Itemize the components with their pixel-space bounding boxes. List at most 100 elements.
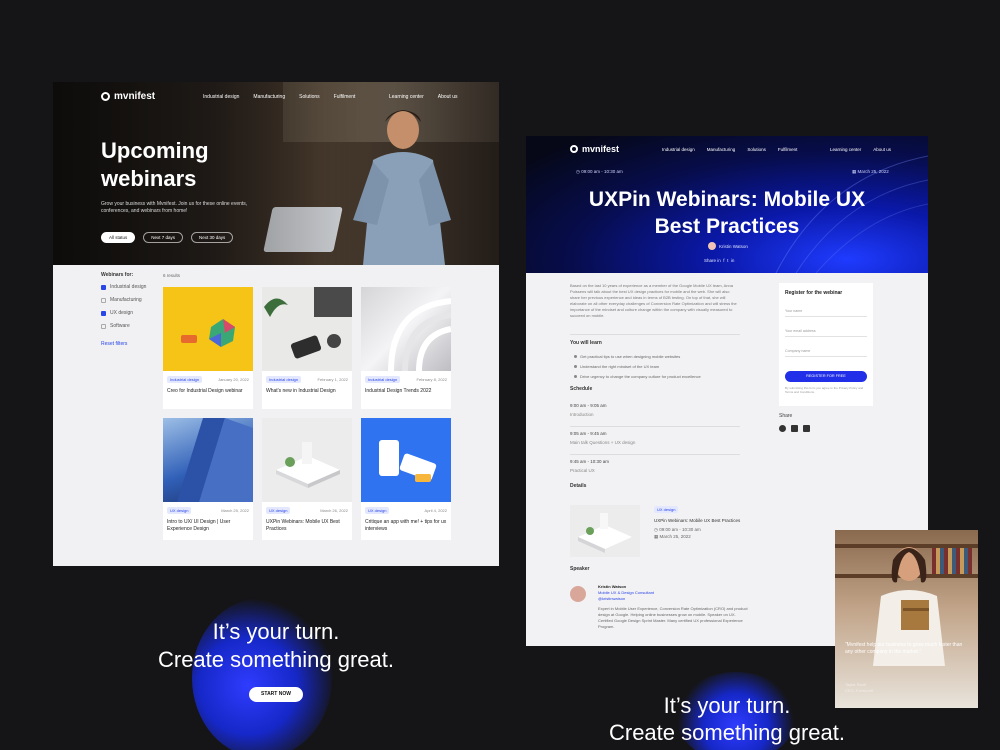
event-time: ◷ 09:00 am - 10:30 am [576, 169, 623, 174]
filter-industrial-design[interactable]: Industrial design [101, 284, 161, 290]
register-form: Register for the webinar Your name Your … [779, 283, 873, 406]
card-title: Creo for Industrial Design webinar [167, 388, 243, 394]
facebook-icon[interactable] [779, 425, 786, 432]
card-date: April 4, 2022 [424, 508, 447, 513]
category-badge: UX design [167, 507, 192, 514]
card-date: March 25, 2022 [221, 508, 249, 513]
status-chips: All status Next 7 days Next 30 days [101, 232, 234, 243]
detail-info: UX design UXPin Webinars: Mobile UX Best… [654, 506, 744, 540]
register-title: Register for the webinar [785, 290, 843, 296]
webinar-card[interactable]: Industrial design January 20, 2022 Creo f… [163, 287, 253, 409]
twitter-icon[interactable] [791, 425, 798, 432]
filter-sidebar: Webinars for: Industrial design Manufact… [101, 272, 161, 347]
desk-items-image [264, 287, 352, 359]
nav-link[interactable]: Manufacturing [253, 94, 285, 100]
schedule-item: 9:05 am - 9:45 am Main talk Questions + U… [570, 431, 636, 445]
checkbox[interactable] [101, 284, 106, 290]
learn-item: Drive urgency to change the company cult… [574, 374, 701, 379]
nav-link[interactable]: About us [873, 147, 891, 152]
webinar-card[interactable]: UX design April 4, 2022 Critique an app w… [361, 418, 451, 540]
geometric-shape-image [181, 319, 235, 347]
category-badge: UX design [266, 507, 291, 514]
linkedin-icon[interactable]: in [731, 258, 735, 263]
speaker-avatar [570, 586, 586, 602]
share-row: Share in f t in [704, 258, 735, 263]
learn-item: Get practical tips to use when designing… [574, 354, 680, 359]
author: Kristin Watson [708, 242, 748, 250]
schedule-title: Schedule [570, 386, 593, 392]
details-title: Details [570, 483, 587, 489]
card-title: UXPin Webinars: Mobile UX Best Practices [266, 519, 340, 532]
twitter-icon[interactable]: t [727, 258, 728, 263]
detail-time: ◷ 09:00 am - 10:30 am [654, 527, 701, 532]
nav-link[interactable]: Learning center [830, 147, 861, 152]
results-count: 6 results [163, 273, 181, 278]
webinar-card[interactable]: UX design March 25, 2022 Intro to UX/ UI … [163, 418, 253, 540]
top-nav: mvnifest Industrial design Manufacturing… [53, 90, 499, 106]
nav-link[interactable]: Manufacturing [707, 147, 736, 152]
schedule-item: 9:45 am - 10:30 am Practical UX [570, 459, 610, 473]
card-image [361, 418, 451, 502]
logo[interactable]: mvnifest [570, 144, 619, 154]
name-field[interactable]: Your name [785, 303, 867, 317]
chip-all-status[interactable]: All status [101, 232, 136, 243]
event-date: ▦ March 25, 2022 [852, 169, 889, 174]
chip-next-7-days[interactable]: Next 7 days [143, 232, 184, 243]
card-date: March 26, 2022 [320, 508, 348, 513]
speaker-title: Speaker [570, 566, 590, 572]
linkedin-icon[interactable] [803, 425, 810, 432]
nav-link[interactable]: About us [438, 94, 458, 100]
speaker-info: Kristin Watson Mobile UX & Design Consul… [598, 584, 748, 629]
nav-link[interactable]: Fulfilment [778, 147, 798, 152]
card-image [361, 287, 451, 371]
filter-ux-design[interactable]: UX design [101, 310, 161, 316]
company-field[interactable]: Company name [785, 343, 867, 357]
intro-text: Based on the last 10 years of experience… [570, 283, 737, 318]
learn-title: You will learn [570, 340, 602, 346]
checkbox[interactable] [101, 310, 106, 316]
nav-link[interactable]: Solutions [747, 147, 766, 152]
nav-link[interactable]: Learning center [389, 94, 424, 100]
category-badge: Industrial design [266, 376, 302, 383]
testimonial-quote: “Mvnifest help our business to grow much… [845, 642, 963, 655]
chip-next-30-days[interactable]: Next 30 days [191, 232, 234, 243]
nav-link[interactable]: Solutions [299, 94, 320, 100]
email-field[interactable]: Your email address [785, 323, 867, 337]
card-date: February 8, 2022 [416, 377, 447, 382]
webinar-card[interactable]: Industrial design February 8, 2022 Indust… [361, 287, 451, 409]
card-image [163, 418, 253, 502]
logo[interactable]: mvnifest [101, 91, 155, 102]
learn-item: Understand the right mindset of the UX t… [574, 364, 659, 369]
top-nav: mvnifest Industrial design Manufacturing… [526, 144, 928, 156]
nav-link[interactable]: Fulfilment [334, 94, 356, 100]
card-title: What's new in Industrial Design [266, 388, 336, 394]
nav-links: Industrial design Manufacturing Solution… [662, 147, 797, 152]
glass-building-image [177, 418, 253, 502]
share-title: Share [779, 413, 793, 419]
closing-headline: It’s your turn. Create something great. [157, 619, 395, 672]
nav-link[interactable]: Industrial design [662, 147, 695, 152]
webinar-card[interactable]: UX design March 26, 2022 UXPin Webinars: … [262, 418, 352, 540]
category-badge: UX design [654, 506, 679, 513]
reset-filters-link[interactable]: Reset filters [101, 341, 161, 347]
register-button[interactable]: REGISTER FOR FREE [785, 371, 867, 382]
card-image [163, 287, 253, 371]
checkbox[interactable] [101, 297, 106, 303]
card-date: February 1, 2022 [317, 377, 348, 382]
card-title: Intro to UX/ UI Design | User Experience… [167, 519, 231, 532]
schedule-item: 9:00 am - 9:05 am Introduction [570, 403, 607, 417]
smartphones-image [379, 440, 437, 482]
testimonial-author: Taylor Scott CEO, Formcraft [845, 682, 874, 693]
category-badge: Industrial design [167, 376, 203, 383]
facebook-icon[interactable]: f [723, 258, 724, 263]
nav-link[interactable]: Industrial design [203, 94, 239, 100]
filter-title: Webinars for: [101, 272, 134, 278]
filter-software[interactable]: Software [101, 323, 161, 329]
card-image [262, 418, 352, 502]
filter-manufacturing[interactable]: Manufacturing [101, 297, 161, 303]
testimonial-card: “Mvnifest help our business to grow much… [835, 530, 978, 708]
checkbox[interactable] [101, 323, 106, 329]
webinar-card[interactable]: Industrial design February 1, 2022 What's… [262, 287, 352, 409]
start-now-button[interactable]: START NOW [249, 687, 303, 702]
logo-icon [101, 92, 110, 101]
